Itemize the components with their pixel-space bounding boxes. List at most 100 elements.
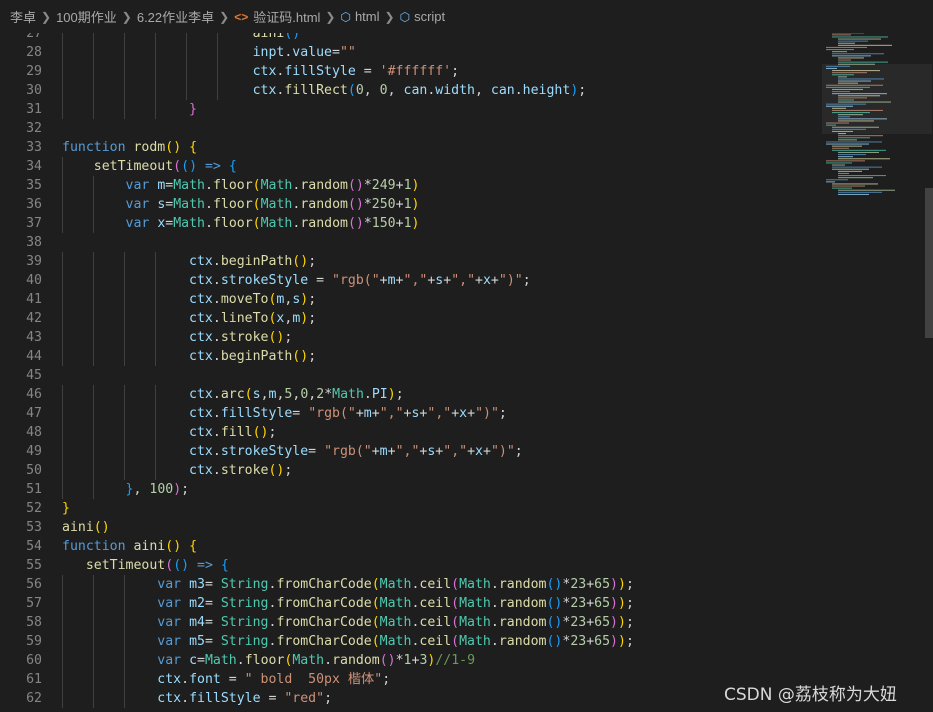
code-token: 23 [570, 596, 587, 611]
code-token: ( [252, 197, 261, 212]
code-line[interactable]: var s=Math.floor(Math.random()*250+1) [62, 195, 822, 214]
code-line[interactable]: ctx.stroke(); [62, 328, 822, 347]
code-line[interactable]: }, 100); [62, 480, 822, 499]
code-line[interactable]: ctx.lineTo(x,m); [62, 309, 822, 328]
code-token: Math [173, 216, 205, 231]
code-line[interactable]: aini() [62, 518, 822, 537]
indent-guide [93, 214, 94, 233]
indent-guide [124, 442, 125, 461]
minimap-line [838, 38, 881, 40]
code-line[interactable]: var x=Math.floor(Math.random()*150+1) [62, 214, 822, 233]
code-line[interactable]: var m5= String.fromCharCode(Math.ceil(Ma… [62, 632, 822, 651]
code-token: ctx [189, 349, 213, 364]
code-line[interactable]: function rodm() { [62, 138, 822, 157]
code-token: setTimeout [93, 159, 174, 174]
code-line[interactable]: ctx.fillStyle = "red"; [62, 689, 822, 708]
code-token: . [490, 615, 499, 630]
code-line[interactable]: var c=Math.floor(Math.random()*1+3)//1-9 [62, 651, 822, 670]
code-token: aini [62, 520, 94, 535]
code-line[interactable]: setTimeout(() => { [62, 157, 822, 176]
chevron-right-icon: ❯ [325, 9, 336, 24]
code-line[interactable] [62, 366, 822, 385]
code-token: rodm [133, 140, 166, 155]
minimap-line [838, 137, 870, 139]
line-number: 46 [26, 387, 42, 402]
minimap-line [838, 158, 890, 160]
code-line[interactable]: var m3= String.fromCharCode(Math.ceil(Ma… [62, 575, 822, 594]
code-token: + [467, 406, 476, 421]
minimap-line [832, 168, 869, 170]
code-line[interactable]: var m4= String.fromCharCode(Math.ceil(Ma… [62, 613, 822, 632]
code-line[interactable]: var m2= String.fromCharCode(Math.ceil(Ma… [62, 594, 822, 613]
code-line[interactable]: ctx.strokeStyle= "rgb("+m+","+s+","+x+")… [62, 442, 822, 461]
code-token: ctx [189, 463, 213, 478]
breadcrumb-item-folder-2[interactable]: 100期作业 [56, 7, 117, 26]
indent-guide [93, 43, 94, 62]
code-token: ( [252, 216, 261, 231]
indent-guide [93, 480, 94, 499]
breadcrumb-item-script[interactable]: script [414, 9, 445, 24]
code-token: "red" [284, 691, 325, 706]
minimap-line [826, 179, 848, 181]
code-token: = [308, 444, 325, 459]
code-token: "," [451, 273, 476, 288]
indent-guide [186, 43, 187, 62]
code-line[interactable]: ctx.strokeStyle = "rgb("+m+","+s+","+x+"… [62, 271, 822, 290]
code-token: . [212, 463, 221, 478]
code-line[interactable]: ctx.font = " bold 50px 楷体"; [62, 670, 822, 689]
indent-guide [62, 480, 63, 499]
code-token: { [228, 159, 237, 174]
code-token: String [220, 615, 269, 630]
indent-guide [93, 442, 94, 461]
code-token: * [363, 216, 372, 231]
chevron-right-icon: ❯ [219, 9, 230, 24]
code-token: 23 [570, 634, 587, 649]
code-line[interactable]: ctx.fillStyle = '#ffffff'; [62, 62, 822, 81]
minimap[interactable] [822, 24, 932, 712]
code-line[interactable]: ctx.arc(s,m,5,0,2*Math.PI); [62, 385, 822, 404]
code-token: , [133, 482, 150, 497]
line-number: 30 [26, 83, 42, 98]
code-token: + [371, 406, 380, 421]
minimap-line [826, 46, 867, 48]
code-line[interactable]: ctx.fill(); [62, 423, 822, 442]
code-token: ; [625, 615, 634, 630]
breadcrumb-item-html[interactable]: html [355, 9, 380, 24]
indent-guide [155, 290, 156, 309]
code-line[interactable]: var m=Math.floor(Math.random()*249+1) [62, 176, 822, 195]
indent-guide [93, 594, 94, 613]
minimap-viewport[interactable] [822, 64, 932, 134]
code-token: => [197, 558, 213, 573]
code-line[interactable]: ctx.moveTo(m,s); [62, 290, 822, 309]
code-token: ; [498, 406, 507, 421]
code-token: () [347, 178, 364, 193]
breadcrumb-item-folder-3[interactable]: 6.22作业李卓 [137, 7, 214, 26]
code-editor[interactable]: aini() inpt.value="" ctx.fillStyle = '#f… [62, 24, 822, 708]
indent-guide [93, 328, 94, 347]
code-line[interactable]: setTimeout(() => { [62, 556, 822, 575]
code-line[interactable]: function aini() { [62, 537, 822, 556]
code-token: 23 [570, 577, 587, 592]
code-line[interactable]: } [62, 100, 822, 119]
indent-guide [62, 100, 63, 119]
minimap-line [838, 175, 886, 177]
indent-guide [93, 290, 94, 309]
minimap-line [826, 49, 854, 51]
code-line[interactable] [62, 233, 822, 252]
breadcrumb-item-folder-1[interactable]: 李卓 [10, 7, 36, 26]
code-line[interactable]: inpt.value="" [62, 43, 822, 62]
code-token: + [395, 273, 404, 288]
code-line[interactable]: ctx.fillStyle= "rgb("+m+","+s+","+x+")"; [62, 404, 822, 423]
code-token: ; [451, 64, 460, 79]
vertical-scrollbar[interactable] [925, 188, 933, 338]
code-line[interactable]: ctx.beginPath(); [62, 347, 822, 366]
code-line[interactable]: ctx.stroke(); [62, 461, 822, 480]
breadcrumb-item-file[interactable]: 验证码.html [253, 7, 320, 26]
code-token: fillStyle [284, 64, 356, 79]
code-line[interactable]: } [62, 499, 822, 518]
code-line[interactable] [62, 119, 822, 138]
code-line[interactable]: ctx.fillRect(0, 0, can.width, can.height… [62, 81, 822, 100]
indentation [62, 311, 189, 326]
code-token: . [212, 292, 221, 307]
code-line[interactable]: ctx.beginPath(); [62, 252, 822, 271]
